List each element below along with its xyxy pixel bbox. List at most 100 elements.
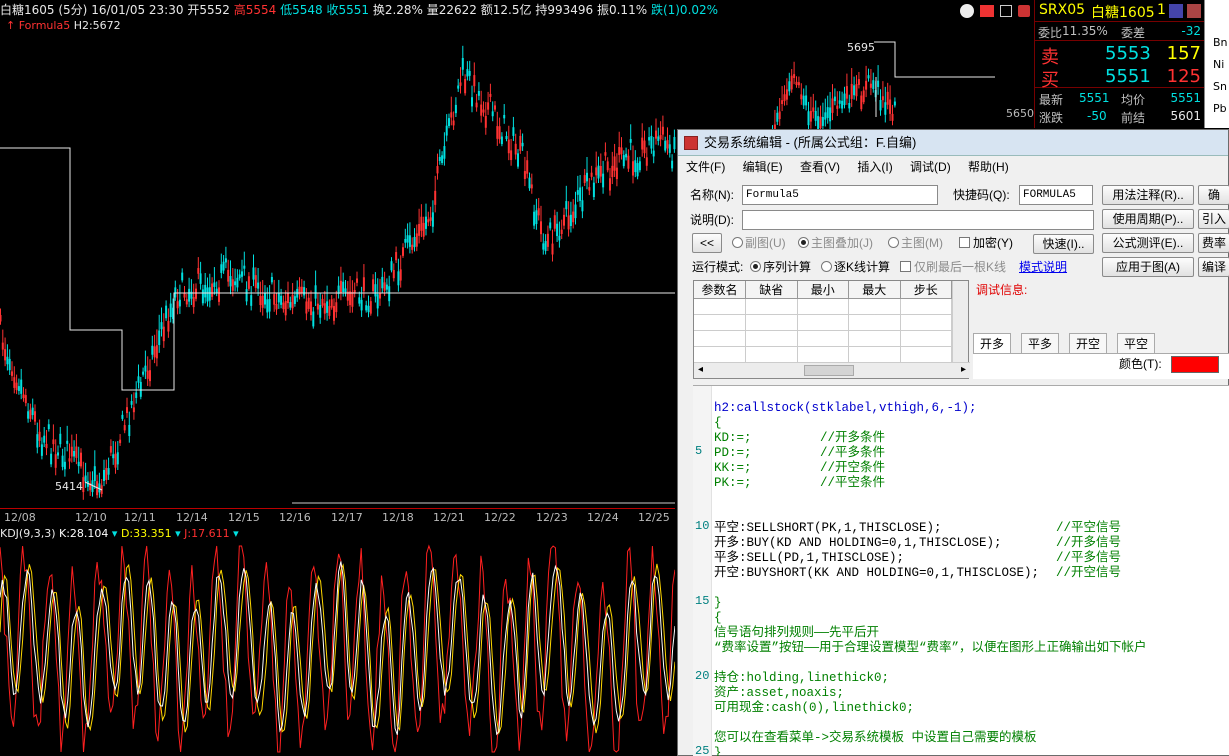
clock-icon[interactable] <box>960 4 974 18</box>
candle-body <box>802 95 805 106</box>
param-table[interactable]: 参数名 缺省 最小 最大 步长 ◂ ▸ <box>693 280 970 379</box>
candle-body <box>496 126 499 139</box>
scroll-thumb[interactable] <box>804 365 854 376</box>
menu-help[interactable]: 帮助(H) <box>962 156 1015 178</box>
dialog-title-bar[interactable]: 交易系统编辑 - (所属公式组：F.自编) <box>678 130 1228 156</box>
table-row[interactable] <box>694 346 952 363</box>
collapse-button[interactable]: << <box>692 233 722 253</box>
use-period-button[interactable]: 使用周期(P).. <box>1102 209 1194 229</box>
amplitude-label: 振0.11% <box>596 3 648 17</box>
side-symbol[interactable]: Bn <box>1213 36 1228 49</box>
table-row[interactable] <box>694 314 952 331</box>
table-row[interactable] <box>694 330 952 347</box>
name-input[interactable]: Formula5 <box>742 185 938 205</box>
candle-body <box>238 274 241 279</box>
menu-debug[interactable]: 调试(D) <box>904 156 957 178</box>
code-line: 平多:SELL(PD,1,THISCLOSE); <box>714 551 905 565</box>
candle-body <box>595 167 598 176</box>
code-line: “费率设置”按钮——用于合理设置模型“费率”，以便在图形上正确输出如下帐户 <box>714 641 1147 655</box>
menu-edit[interactable]: 编辑(E) <box>737 156 789 178</box>
open-label: 开5552 <box>187 3 230 17</box>
code-line: PK:=; <box>714 476 752 490</box>
candle-body <box>167 320 170 332</box>
radio-main[interactable]: 主图(M) <box>888 233 943 253</box>
radio-subchart[interactable]: 副图(U) <box>732 233 786 253</box>
low-label: 低5548 <box>280 3 323 17</box>
import-button[interactable]: 引入 <box>1198 209 1229 229</box>
confirm-button[interactable]: 确 <box>1198 185 1229 205</box>
tab-close-long[interactable]: 平多 <box>1021 333 1060 353</box>
settings-icon[interactable] <box>1187 4 1201 18</box>
candle-body <box>206 287 209 302</box>
encrypt-checkbox[interactable]: 加密(Y) <box>959 233 1013 253</box>
compile-button[interactable]: 编译 <box>1198 257 1229 277</box>
candle-body <box>408 235 411 247</box>
datetime-label: 16/01/05 23:30 <box>91 3 184 17</box>
table-row[interactable] <box>694 298 952 315</box>
buy-row: 买 5551 125 <box>1035 66 1205 91</box>
code-line: KK:=; <box>714 461 752 475</box>
candle-body <box>558 235 561 241</box>
usage-notes-button[interactable]: 用法注释(R).. <box>1102 185 1194 205</box>
link-icon[interactable] <box>1169 4 1183 18</box>
tab-close-short[interactable]: 平空 <box>1117 333 1156 353</box>
radio-main-overlay-label: 主图叠加(J) <box>811 236 873 250</box>
candle-body <box>622 155 625 167</box>
menu-file[interactable]: 文件(F) <box>680 156 731 178</box>
candle-body <box>144 365 147 372</box>
code-editor[interactable]: 5 10 15 20 25 h2:callstock(stklabel,vthi… <box>693 385 1229 756</box>
scroll-right-icon[interactable]: ▸ <box>961 364 966 375</box>
formula-test-button[interactable]: 公式测评(E).. <box>1102 233 1194 253</box>
mode-help-link[interactable]: 模式说明 <box>1019 257 1067 277</box>
close-chart-icon[interactable] <box>1018 5 1030 17</box>
menu-insert[interactable]: 插入(I) <box>851 156 898 178</box>
side-symbol[interactable]: Sn <box>1213 80 1227 93</box>
candle-body <box>517 153 519 167</box>
tab-open-short[interactable]: 开空 <box>1069 333 1108 353</box>
side-symbol[interactable]: Pb <box>1213 102 1227 115</box>
horizontal-scrollbar[interactable]: ◂ ▸ <box>694 362 970 378</box>
candle-body <box>411 244 414 250</box>
radio-main-overlay[interactable]: 主图叠加(J) <box>798 233 873 253</box>
checkbox-icon <box>900 261 911 272</box>
candle-body <box>494 105 496 110</box>
candle-body <box>819 116 822 128</box>
candle-body <box>597 165 600 179</box>
axis-date: 12/22 <box>484 511 516 524</box>
candle-body <box>461 58 464 70</box>
tab-open-long[interactable]: 开多 <box>973 333 1012 353</box>
kdj-chart[interactable] <box>0 542 675 756</box>
shortcut-input[interactable]: FORMULA5 <box>1019 185 1093 205</box>
refresh-last-checkbox[interactable]: 仅刷最后一根K线 <box>900 257 1006 277</box>
candle-body <box>620 147 623 155</box>
menu-view[interactable]: 查看(V) <box>794 156 846 178</box>
candle-body <box>821 116 824 126</box>
radio-kline-mode[interactable]: 逐K线计算 <box>821 257 890 277</box>
change-label: 跌(1)0.02% <box>650 3 719 17</box>
apply-to-chart-button[interactable]: 应用于图(A) <box>1102 257 1194 277</box>
side-symbol[interactable]: Ni <box>1213 58 1224 71</box>
grid-icon[interactable] <box>1000 5 1012 17</box>
candle-body <box>321 298 324 306</box>
code-line: 平空:SELLSHORT(PK,1,THISCLOSE); <box>714 521 942 535</box>
candle-body <box>477 91 480 96</box>
run-mode-label: 运行模式: <box>692 260 744 274</box>
candle-body <box>231 279 234 291</box>
radio-sequence-mode[interactable]: 序列计算 <box>750 257 811 277</box>
candle-body <box>609 178 611 191</box>
line-number: 15 <box>695 594 710 608</box>
desc-input[interactable] <box>742 210 1094 230</box>
candle-body <box>567 215 570 230</box>
candle-body <box>365 305 368 311</box>
color-swatch[interactable] <box>1171 356 1219 373</box>
menu-bar: 文件(F) 编辑(E) 查看(V) 插入(I) 调试(D) 帮助(H) <box>678 156 1228 178</box>
fee-button[interactable]: 费率 <box>1198 233 1229 253</box>
param-col-header: 最大 <box>848 281 901 299</box>
flag-icon[interactable] <box>980 5 994 17</box>
vertical-scrollbar[interactable] <box>952 281 968 363</box>
candle-body <box>544 241 547 252</box>
candle-body <box>643 140 646 154</box>
candle-body <box>45 443 48 449</box>
fast-button[interactable]: 快速(I).. <box>1033 234 1094 254</box>
scroll-left-icon[interactable]: ◂ <box>698 364 703 375</box>
